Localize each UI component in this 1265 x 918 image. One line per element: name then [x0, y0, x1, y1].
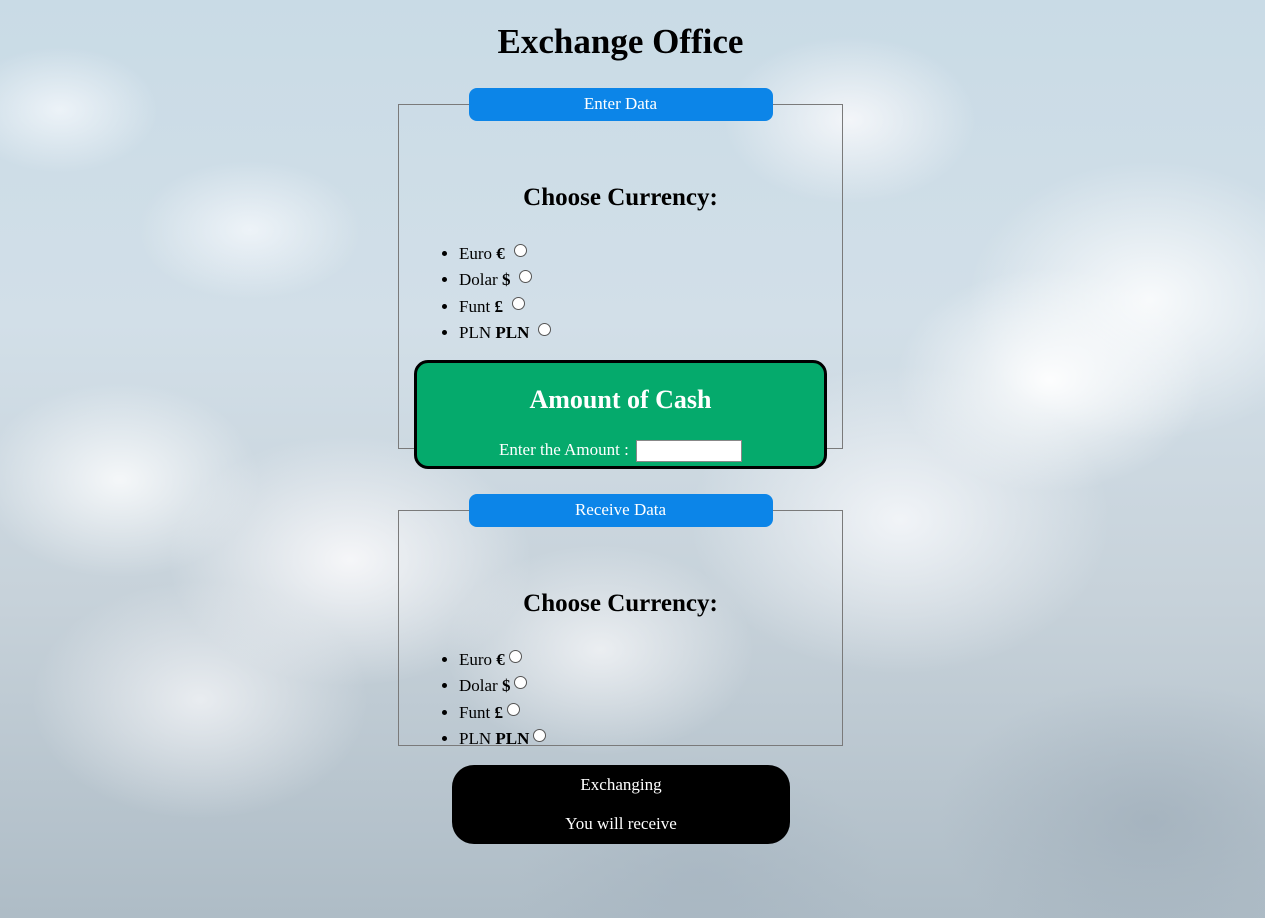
amount-of-cash-box: Amount of Cash Enter the Amount : [414, 360, 827, 469]
receive-euro-radio[interactable] [508, 650, 522, 663]
enter-currency-euro: Euro € [459, 241, 551, 267]
amount-of-cash-title: Amount of Cash [529, 385, 712, 414]
enter-choose-currency-heading: Choose Currency: [523, 184, 718, 211]
currency-name: Dolar [459, 676, 498, 696]
receive-funt-radio[interactable] [506, 702, 520, 716]
receive-dolar-radio[interactable] [514, 676, 528, 690]
result-box: Exchanging You will receive [452, 765, 790, 844]
enter-currency-list: Euro € Dolar $ Funt £ PLN PLN [459, 241, 552, 346]
currency-symbol: PLN [495, 322, 530, 342]
currency-symbol: € [496, 244, 505, 263]
currency-symbol: £ [494, 702, 503, 722]
receive-currency-funt: Funt £ [459, 700, 546, 726]
currency-symbol: PLN [495, 728, 530, 748]
enter-currency-dolar: Dolar $ [459, 267, 551, 293]
exchanging-button[interactable]: Exchanging [452, 775, 790, 795]
currency-symbol: $ [501, 676, 511, 696]
amount-input[interactable] [636, 440, 743, 463]
receive-data-legend: Receive Data [468, 494, 773, 527]
receive-data-legend-label: Receive Data [468, 494, 773, 527]
currency-name: Dolar [459, 270, 498, 290]
receive-currency-dolar: Dolar $ [459, 673, 546, 699]
currency-symbol: $ [501, 270, 511, 290]
amount-row: Enter the Amount : [417, 440, 824, 463]
enter-data-legend-label: Enter Data [468, 88, 773, 121]
exchange-office-page: Exchange Office Enter Data Choose Curren… [0, 0, 1265, 918]
currency-name: Funt [459, 702, 491, 722]
receive-data-panel: Receive Data Choose Currency: Euro € Dol… [398, 494, 843, 748]
enter-currency-funt: Funt £ [459, 294, 551, 320]
receive-currency-list: Euro € Dolar $ Funt £ PLN PLN [459, 647, 547, 752]
receive-pln-radio[interactable] [533, 728, 547, 742]
currency-name: Euro [459, 244, 493, 263]
enter-funt-radio[interactable] [511, 296, 525, 310]
enter-data-panel: Enter Data Choose Currency: Euro € Dolar… [398, 88, 843, 469]
enter-euro-radio[interactable] [513, 244, 527, 257]
you-will-receive-label: You will receive [565, 814, 677, 833]
page-title: Exchange Office [497, 22, 744, 61]
receive-currency-pln: PLN PLN [459, 726, 547, 752]
enter-pln-radio[interactable] [538, 322, 552, 336]
enter-dolar-radio[interactable] [519, 270, 533, 284]
currency-name: PLN [459, 728, 492, 748]
currency-name: Euro [459, 650, 493, 669]
currency-symbol: £ [494, 296, 503, 316]
enter-currency-pln: PLN PLN [459, 320, 552, 346]
amount-label: Enter the Amount : [498, 440, 629, 459]
enter-data-legend: Enter Data [468, 88, 773, 121]
receive-currency-euro: Euro € [459, 647, 546, 673]
currency-name: Funt [459, 296, 491, 316]
currency-symbol: € [496, 650, 505, 669]
receive-choose-currency-heading: Choose Currency: [523, 590, 718, 617]
currency-name: PLN [459, 322, 492, 342]
